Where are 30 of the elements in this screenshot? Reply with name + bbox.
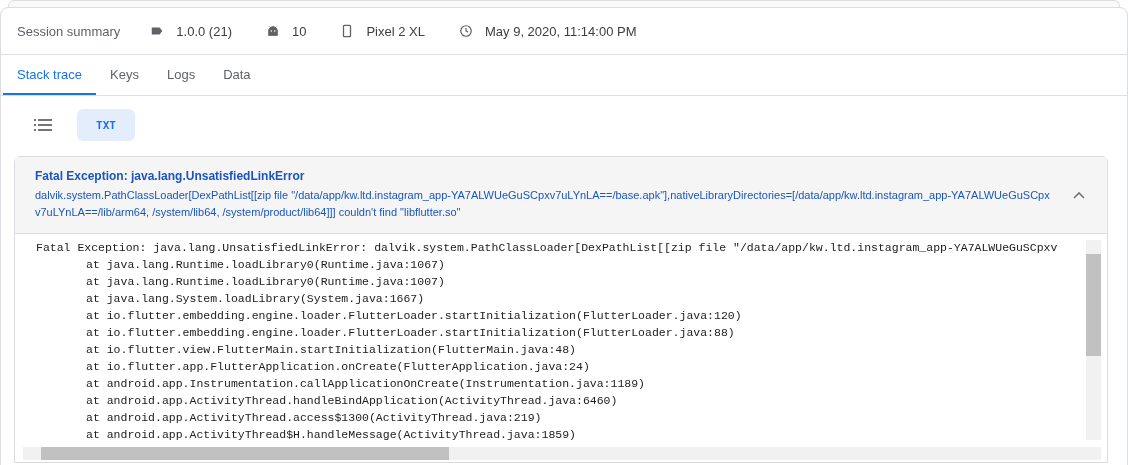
stack-trace-line: at java.lang.System.loadLibrary(System.java:1667) [86,292,425,305]
android-icon [265,24,280,38]
stack-trace-line: at io.flutter.embedding.engine.loader.FlutterLoader.startInitialization(FlutterLoader.java:120) [86,309,742,322]
stack-trace-line: at android.app.Instrumentation.callApplicationOnCreate(Instrumentation.java:1189) [86,377,645,390]
stack-trace-line: at io.flutter.app.FlutterApplication.onCreate(FlutterApplication.java:24) [86,360,590,373]
tab[interactable]: Data [209,55,265,95]
stack-trace-line: at android.app.ActivityThread$H.handleMessage(ActivityThread.java:1859) [86,428,576,441]
stack-trace-line: at java.lang.Runtime.loadLibrary0(Runtime.java:1007) [86,275,445,288]
stack-trace-line: at java.lang.Runtime.loadLibrary0(Runtime.java:1067) [86,258,445,271]
stack-trace-line: at io.flutter.embedding.engine.loader.FlutterLoader.startInitialization(FlutterLoader.java:88) [86,326,735,339]
list-icon [34,118,52,132]
summary-value: 10 [291,23,307,39]
tab[interactable]: Stack trace [3,55,97,95]
stack-trace-line: Fatal Exception: java.lang.UnsatisfiedLinkError: dalvik.system.PathClassLoader[DexPathList[[zip file "/data/app/kw.ltd.instagram_app-YA7ALWUeGuSCpxv [36,241,1058,254]
stack-trace-line: at android.app.ActivityThread.handleBindApplication(ActivityThread.java:6460) [86,394,618,407]
vertical-scrollbar[interactable] [1086,240,1101,440]
text-view-button[interactable]: TXT [77,109,135,141]
clock-icon [459,24,473,38]
summary-value: 1.0.0 (21) [176,23,232,39]
tab[interactable]: Logs [152,55,210,95]
tab[interactable]: Keys [96,55,153,95]
collapse-icon[interactable] [1073,191,1085,199]
horizontal-scrollbar[interactable] [23,447,1101,460]
exception-title: Fatal Exception: java.lang.UnsatisfiedLinkError [35,169,306,183]
summary-value: May 9, 2020, 11:14:00 PM [485,23,637,39]
stack-trace-line: at io.flutter.view.FlutterMain.startInitialization(FlutterMain.java:48) [86,343,576,356]
session-summary-title: Session summary [17,23,121,39]
exception-message: dalvik.system.PathClassLoader[DexPathList[[zip file "/data/app/kw.ltd.instagram_app-YA7ALWUeGuSCpxv7uLYnLA==/base.apk"],nativeLibraryDirectories=[/data/app/kw.ltd.instagram_app-YA7ALWUeGuSCpxv7uLYnLA==/lib/arm64, /system/lib64, /system/product/lib64]]] couldn't find "libflutter.so" [35,188,1051,220]
stack-trace-line: at android.app.ActivityThread.access$1300(ActivityThread.java:219) [86,411,542,424]
summary-value: Pixel 2 XL [366,23,425,39]
